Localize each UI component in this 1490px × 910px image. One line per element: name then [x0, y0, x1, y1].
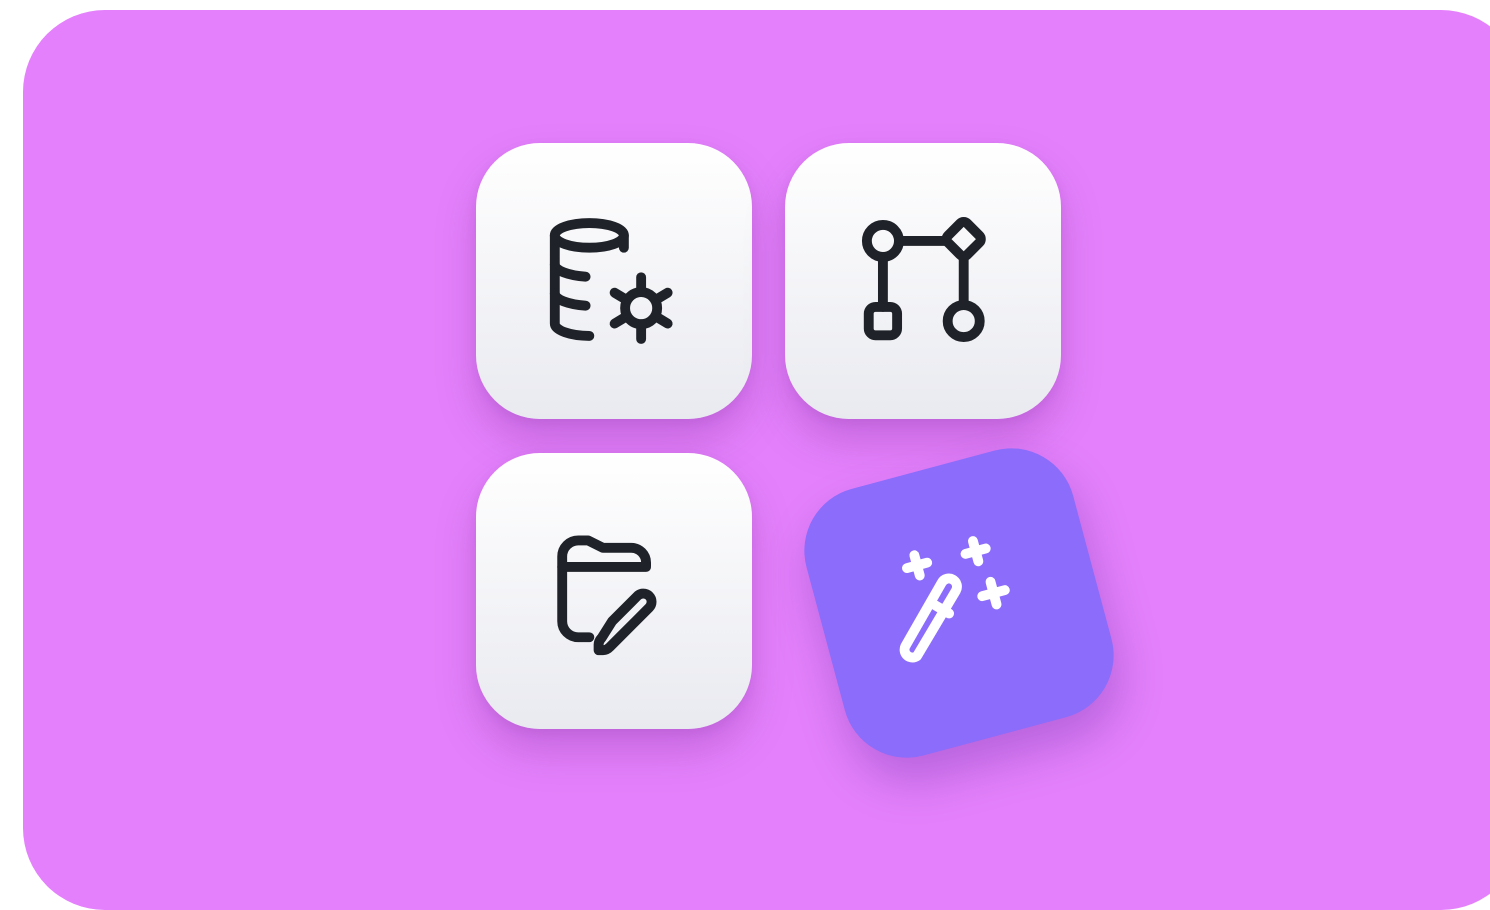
- folder-edit-tile: [476, 453, 752, 729]
- database-settings-tile: [476, 143, 752, 419]
- magic-wand-tile: [789, 433, 1129, 773]
- workflow-nodes-tile: [785, 143, 1061, 419]
- illustration-canvas: [23, 10, 1490, 910]
- database-cog-icon: [549, 218, 673, 344]
- magic-wand-sparkles-icon: [899, 536, 1010, 663]
- folder-edit-icon: [557, 535, 657, 656]
- git-branch-nodes-icon: [861, 216, 986, 343]
